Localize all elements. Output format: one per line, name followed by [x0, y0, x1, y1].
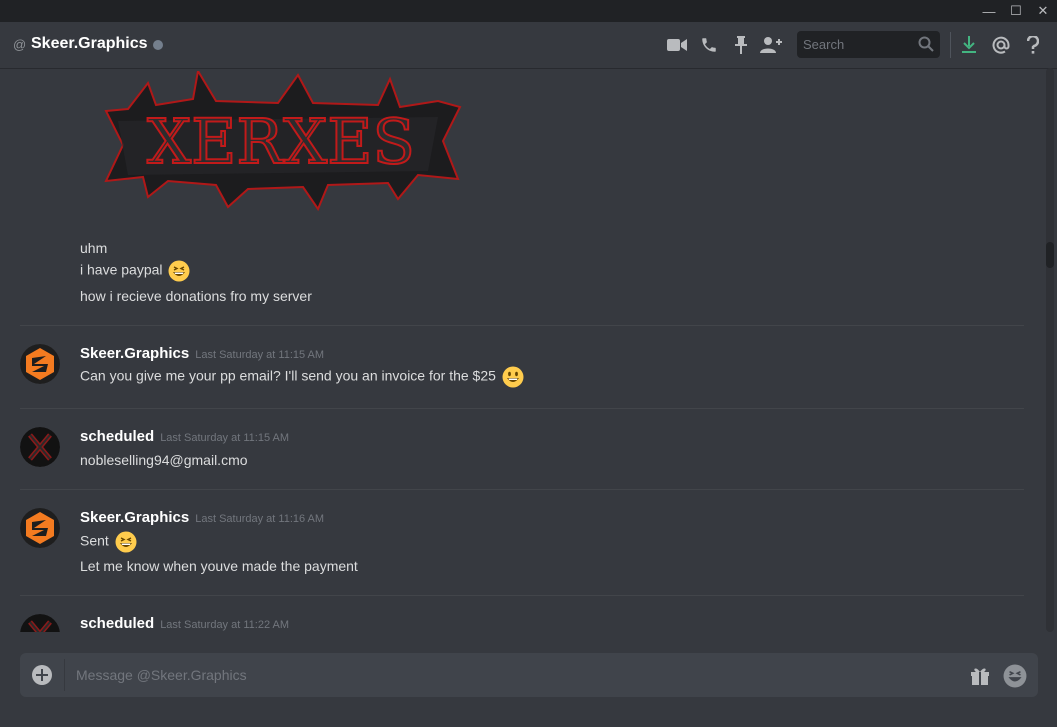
- author-name[interactable]: Skeer.Graphics: [80, 345, 189, 362]
- video-call-icon[interactable]: [666, 34, 688, 56]
- search-placeholder: Search: [803, 37, 845, 52]
- header-divider: [950, 32, 951, 58]
- xerxes-banner-image[interactable]: XERXES: [98, 68, 464, 212]
- author-name[interactable]: scheduled: [80, 615, 154, 632]
- close-icon[interactable]: ✕: [1029, 0, 1057, 22]
- message-text: Can you give me your pp email? I'll send…: [80, 367, 496, 384]
- plus-circle-icon: [32, 665, 52, 685]
- composer-divider: [64, 659, 65, 691]
- pin-icon[interactable]: [730, 34, 752, 56]
- avatar[interactable]: [20, 427, 60, 467]
- message-author[interactable]: scheduled Last Saturday at 11:22 AM: [80, 615, 289, 632]
- page-title: Skeer.Graphics: [31, 35, 148, 52]
- status-indicator: [153, 40, 163, 50]
- grinning-squint-emoji[interactable]: [168, 260, 190, 282]
- message-author[interactable]: Skeer.Graphics Last Saturday at 11:16 AM: [80, 509, 324, 526]
- at-icon: @: [13, 37, 27, 52]
- message-timestamp: Last Saturday at 11:15 AM: [195, 349, 325, 361]
- download-icon[interactable]: [958, 34, 980, 56]
- avatar[interactable]: [20, 614, 60, 632]
- channel-header: @ Skeer.Graphics Search: [0, 22, 1057, 68]
- maximize-icon[interactable]: ☐: [1002, 0, 1030, 22]
- avatar[interactable]: [20, 344, 60, 384]
- author-name[interactable]: Skeer.Graphics: [80, 509, 189, 526]
- scrollbar-thumb[interactable]: [1046, 242, 1054, 268]
- message-line: i have paypal: [80, 260, 190, 282]
- message-author[interactable]: Skeer.Graphics Last Saturday at 11:15 AM: [80, 345, 324, 362]
- search-icon[interactable]: [918, 36, 934, 57]
- message-input[interactable]: Message @Skeer.Graphics: [76, 667, 247, 683]
- help-icon[interactable]: [1022, 34, 1044, 56]
- message-line: nobleselling94@gmail.cmo: [80, 452, 248, 468]
- message-divider: [20, 408, 1024, 409]
- smiley-emoji[interactable]: [502, 366, 524, 388]
- upload-button[interactable]: [31, 664, 53, 686]
- message-text: Sent: [80, 532, 109, 549]
- message-text: i have paypal: [80, 261, 163, 278]
- message-timestamp: Last Saturday at 11:15 AM: [160, 432, 290, 444]
- message-timestamp: Last Saturday at 11:16 AM: [195, 513, 325, 525]
- message-divider: [20, 325, 1024, 326]
- message-timestamp: Last Saturday at 11:22 AM: [160, 619, 290, 631]
- message-list[interactable]: XERXES uhm i have paypal how i recieve d…: [0, 68, 1043, 632]
- message-composer[interactable]: Message @Skeer.Graphics: [20, 653, 1038, 697]
- message-line: uhm: [80, 240, 108, 256]
- author-name[interactable]: scheduled: [80, 428, 154, 445]
- voice-call-icon[interactable]: [698, 34, 720, 56]
- message-divider: [20, 489, 1024, 490]
- grinning-squint-emoji[interactable]: [115, 531, 137, 553]
- gift-icon[interactable]: [969, 664, 991, 686]
- mention-icon[interactable]: [990, 34, 1012, 56]
- message-author[interactable]: scheduled Last Saturday at 11:15 AM: [80, 428, 289, 445]
- add-friend-icon[interactable]: [760, 34, 782, 56]
- minimize-icon[interactable]: —: [975, 0, 1003, 22]
- message-divider: [20, 595, 1024, 596]
- message-scrollbar[interactable]: [1046, 68, 1054, 632]
- banner-text: XERXES: [147, 105, 415, 178]
- message-line: how i recieve donations fro my server: [80, 288, 312, 304]
- emoji-picker-icon[interactable]: [1003, 664, 1027, 688]
- message-line: Sent: [80, 531, 137, 553]
- search-input[interactable]: Search: [797, 31, 940, 58]
- message-line: Can you give me your pp email? I'll send…: [80, 366, 524, 388]
- title-bar: — ☐ ✕: [0, 0, 1057, 22]
- avatar[interactable]: [20, 508, 60, 548]
- message-line: Let me know when youve made the payment: [80, 558, 358, 574]
